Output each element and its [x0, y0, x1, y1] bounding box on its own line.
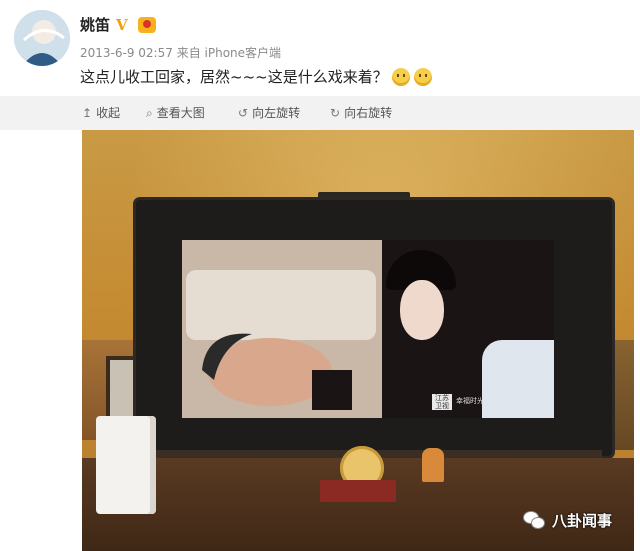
tv-screen: 江苏卫视 幸福时光 — [182, 240, 554, 418]
tv-channel-subtitle: 幸福时光 — [456, 397, 484, 405]
decorative-book — [320, 480, 396, 502]
tv-camera-bar — [318, 192, 410, 200]
rotate-right-button[interactable]: ↻ 向右旋转 — [330, 96, 392, 130]
thinking-emoji-icon — [413, 67, 432, 86]
view-large-label: 查看大图 — [156, 106, 205, 120]
scene-sheet — [482, 340, 554, 418]
rotate-right-icon: ↻ — [330, 106, 341, 120]
game-console — [96, 416, 156, 514]
post-photo[interactable]: 江苏卫视 幸福时光 — [82, 130, 634, 551]
collapse-label: 收起 — [96, 106, 121, 120]
post-source: 来自 iPhone客户端 — [176, 46, 282, 60]
watermark-text: 八卦闻事 — [552, 512, 613, 530]
wechat-icon — [524, 511, 546, 530]
smile-emoji-icon — [391, 67, 410, 86]
post-timestamp[interactable]: 2013-6-9 02:57 — [80, 46, 173, 60]
author-line: 姚笛 V — [80, 14, 157, 35]
rotate-right-label: 向右旋转 — [344, 106, 393, 120]
rotate-left-button[interactable]: ↺ 向左旋转 — [238, 96, 300, 130]
scene-face — [400, 280, 444, 340]
post-header: 姚笛 V 2013-6-9 02:57 来自 iPhone客户端 这点儿收工回家… — [0, 0, 640, 96]
rotate-left-icon: ↺ — [238, 106, 249, 120]
post-text: 这点儿收工回家，居然~~~这是什么戏来着？ — [80, 68, 388, 86]
member-badge-icon — [138, 16, 157, 33]
figurine — [422, 448, 444, 482]
collapse-arrow-icon: ↥ — [82, 106, 93, 120]
collapse-button[interactable]: ↥ 收起 — [82, 96, 120, 130]
author-name[interactable]: 姚笛 — [80, 14, 110, 35]
post-meta: 2013-6-9 02:57 来自 iPhone客户端 — [80, 44, 281, 61]
scene-actress — [382, 240, 554, 418]
image-action-bar: ↥ 收起 ⌕ 查看大图 ↺ 向左旋转 ↻ 向右旋转 — [0, 96, 640, 130]
magnifier-icon: ⌕ — [146, 106, 153, 120]
avatar[interactable] — [14, 10, 70, 66]
view-large-button[interactable]: ⌕ 查看大图 — [146, 96, 205, 130]
post-text-line: 这点儿收工回家，居然~~~这是什么戏来着？ — [80, 66, 432, 87]
scene-actor — [202, 333, 352, 410]
tv-channel-logo: 江苏卫视 — [432, 394, 452, 410]
verified-v-icon: V — [116, 15, 128, 34]
rotate-left-label: 向左旋转 — [252, 106, 301, 120]
watermark: 八卦闻事 — [524, 510, 612, 531]
avatar-image — [14, 10, 70, 66]
